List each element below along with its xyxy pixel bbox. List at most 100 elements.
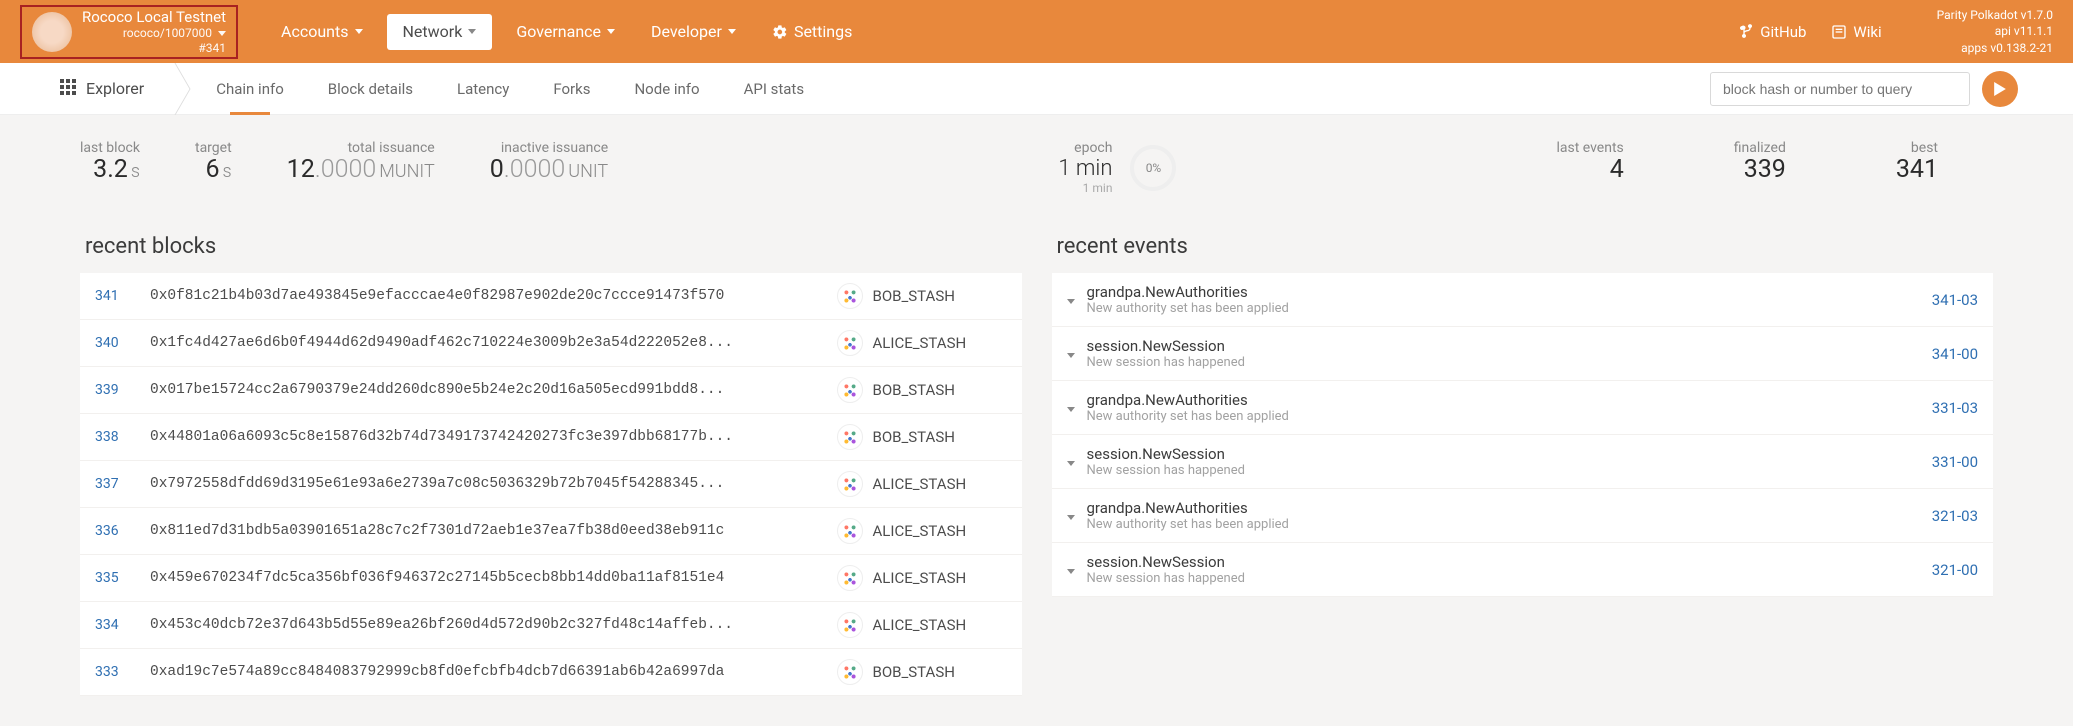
search-input[interactable]: [1710, 72, 1970, 106]
stat-epoch: epoch 1 min 1 min 0%: [1058, 140, 1176, 195]
play-button[interactable]: [1982, 71, 2018, 107]
subtab-block-details[interactable]: Block details: [306, 63, 435, 115]
chevron-down-icon: [1067, 461, 1075, 466]
chain-logo: [32, 12, 72, 52]
event-id-link[interactable]: 331-03: [1932, 399, 1978, 417]
chevron-down-icon: [728, 29, 736, 34]
event-description: New authority set has been applied: [1087, 517, 1932, 532]
event-id-link[interactable]: 341-00: [1932, 345, 1978, 363]
event-id-link[interactable]: 321-03: [1932, 507, 1978, 525]
block-number-link[interactable]: 339: [95, 382, 150, 398]
event-title: session.NewSession: [1087, 553, 1932, 571]
event-description: New authority set has been applied: [1087, 301, 1932, 316]
subtab-api-stats[interactable]: API stats: [722, 63, 827, 115]
nav-accounts[interactable]: Accounts: [263, 0, 380, 63]
block-row: 333 0xad19c7e574a89cc8484083792999cb8fd0…: [80, 649, 1022, 696]
event-description: New session has happened: [1087, 571, 1932, 586]
block-hash: 0x811ed7d31bdb5a03901651a28c7c2f7301d72a…: [150, 523, 837, 539]
subtab-latency[interactable]: Latency: [435, 63, 531, 115]
block-number-link[interactable]: 341: [95, 288, 150, 304]
block-row: 334 0x453c40dcb72e37d643b5d55e89ea26bf26…: [80, 602, 1022, 649]
block-number-link[interactable]: 336: [95, 523, 150, 539]
block-author[interactable]: ALICE_STASH: [837, 565, 1007, 591]
chain-selector[interactable]: Rococo Local Testnet rococo/1007000 #341: [20, 5, 238, 59]
stat-total-issuance: total issuance 12.0000MUNIT: [287, 140, 435, 184]
panel-title: recent events: [1052, 220, 1994, 273]
stat-last-events: last events 4: [1556, 140, 1623, 184]
version-info: Parity Polkadot v1.7.0 api v11.1.1 apps …: [1937, 7, 2053, 56]
recent-blocks-panel: recent blocks 341 0x0f81c21b4b03d7ae4938…: [80, 220, 1022, 696]
event-title: grandpa.NewAuthorities: [1087, 391, 1932, 409]
subtab-forks[interactable]: Forks: [531, 63, 612, 115]
expand-toggle[interactable]: [1067, 508, 1087, 524]
chevron-down-icon: [1067, 569, 1075, 574]
subtab-chain-info[interactable]: Chain info: [194, 63, 306, 115]
stat-best: best 341: [1896, 140, 1938, 184]
block-hash: 0x459e670234f7dc5ca356bf036f946372c27145…: [150, 570, 837, 586]
event-title: grandpa.NewAuthorities: [1087, 283, 1932, 301]
identicon-icon: [837, 283, 863, 309]
chain-spec: rococo/1007000: [123, 26, 212, 40]
block-author[interactable]: ALICE_STASH: [837, 518, 1007, 544]
expand-toggle[interactable]: [1067, 454, 1087, 470]
chevron-down-icon: [218, 31, 226, 36]
block-hash: 0x0f81c21b4b03d7ae493845e9efacccae4e0f82…: [150, 288, 837, 304]
block-author[interactable]: ALICE_STASH: [837, 330, 1007, 356]
block-row: 339 0x017be15724cc2a6790379e24dd260dc890…: [80, 367, 1022, 414]
event-id-link[interactable]: 341-03: [1932, 291, 1978, 309]
block-hash: 0x1fc4d427ae6d6b0f4944d62d9490adf462c710…: [150, 335, 837, 351]
block-row: 335 0x459e670234f7dc5ca356bf036f946372c2…: [80, 555, 1022, 602]
block-number-link[interactable]: 340: [95, 335, 150, 351]
event-title: grandpa.NewAuthorities: [1087, 499, 1932, 517]
nav-network[interactable]: Network: [387, 14, 493, 50]
event-id-link[interactable]: 321-00: [1932, 561, 1978, 579]
identicon-icon: [837, 612, 863, 638]
event-row: session.NewSession New session has happe…: [1052, 543, 1994, 597]
event-row: grandpa.NewAuthorities New authority set…: [1052, 381, 1994, 435]
event-id-link[interactable]: 331-00: [1932, 453, 1978, 471]
sub-nav-bar: Explorer Chain info Block details Latenc…: [0, 63, 2073, 115]
expand-toggle[interactable]: [1067, 562, 1087, 578]
event-description: New authority set has been applied: [1087, 409, 1932, 424]
explorer-tab[interactable]: Explorer: [60, 63, 164, 114]
block-author[interactable]: ALICE_STASH: [837, 612, 1007, 638]
expand-toggle[interactable]: [1067, 346, 1087, 362]
chevron-down-icon: [1067, 299, 1075, 304]
block-hash: 0x017be15724cc2a6790379e24dd260dc890e5b2…: [150, 382, 837, 398]
block-row: 341 0x0f81c21b4b03d7ae493845e9efacccae4e…: [80, 273, 1022, 320]
block-number-link[interactable]: 333: [95, 664, 150, 680]
block-author[interactable]: ALICE_STASH: [837, 471, 1007, 497]
recent-events-panel: recent events grandpa.NewAuthorities New…: [1052, 220, 1994, 696]
block-number-link[interactable]: 337: [95, 476, 150, 492]
block-author[interactable]: BOB_STASH: [837, 283, 1007, 309]
event-description: New session has happened: [1087, 355, 1932, 370]
block-number-link[interactable]: 335: [95, 570, 150, 586]
wiki-link[interactable]: Wiki: [1831, 23, 1881, 41]
block-author[interactable]: BOB_STASH: [837, 377, 1007, 403]
panel-title: recent blocks: [80, 220, 1022, 273]
stat-finalized: finalized 339: [1734, 140, 1786, 184]
chevron-down-icon: [468, 29, 476, 34]
chevron-down-icon: [1067, 407, 1075, 412]
block-number-link[interactable]: 338: [95, 429, 150, 445]
nav-governance[interactable]: Governance: [498, 0, 633, 63]
nav-developer[interactable]: Developer: [633, 0, 754, 63]
github-link[interactable]: GitHub: [1738, 23, 1806, 41]
book-icon: [1831, 24, 1847, 40]
block-hash: 0x453c40dcb72e37d643b5d55e89ea26bf260d4d…: [150, 617, 837, 633]
block-author[interactable]: BOB_STASH: [837, 424, 1007, 450]
block-author[interactable]: BOB_STASH: [837, 659, 1007, 685]
nav-settings[interactable]: Settings: [754, 0, 870, 63]
expand-toggle[interactable]: [1067, 292, 1087, 308]
chain-block-number: #341: [82, 41, 226, 55]
block-number-link[interactable]: 334: [95, 617, 150, 633]
event-row: session.NewSession New session has happe…: [1052, 435, 1994, 489]
play-icon: [1993, 82, 2007, 96]
event-description: New session has happened: [1087, 463, 1932, 478]
subtab-node-info[interactable]: Node info: [612, 63, 721, 115]
identicon-icon: [837, 565, 863, 591]
progress-ring: 0%: [1130, 145, 1176, 191]
chain-name: Rococo Local Testnet: [82, 8, 226, 26]
expand-toggle[interactable]: [1067, 400, 1087, 416]
block-hash: 0x44801a06a6093c5c8e15876d32b74d73491737…: [150, 429, 837, 445]
